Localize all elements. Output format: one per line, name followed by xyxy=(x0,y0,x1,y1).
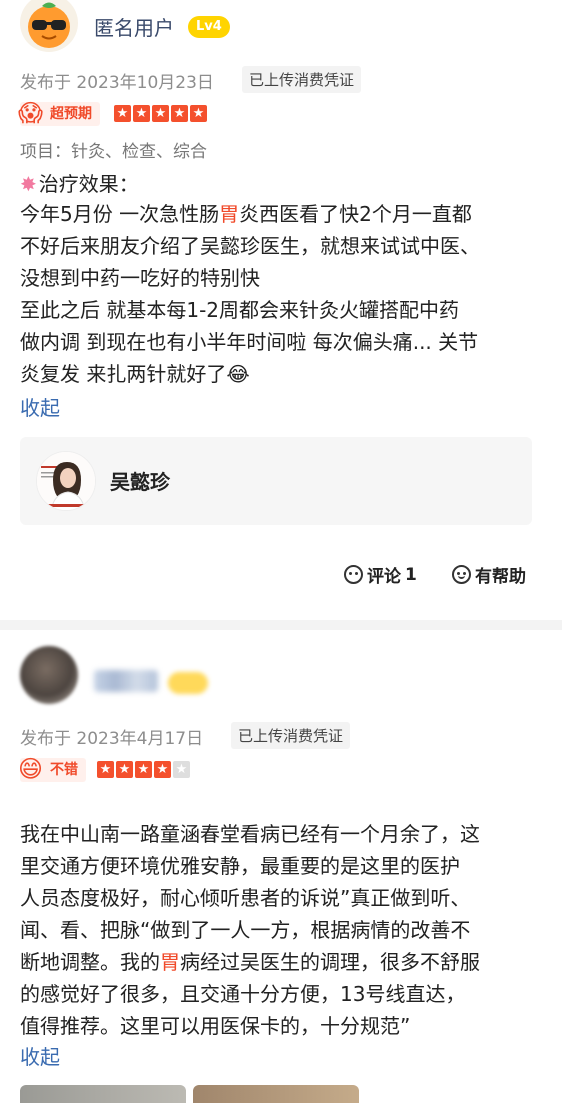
star-icon: ★ xyxy=(190,105,207,122)
helpful-button[interactable]: 有帮助 xyxy=(452,562,526,587)
review-line: 做内调 到现在也有小半年时间啦 每次偏头痛... 关节 xyxy=(20,330,479,354)
publish-date: 发布于 2023年10月23日 xyxy=(20,73,214,93)
review-photo[interactable] xyxy=(20,1085,186,1103)
review-line: 没想到中药一吃好的特别快 xyxy=(20,266,260,290)
comment-label: 评论 xyxy=(367,567,401,587)
star-empty-icon: ★ xyxy=(173,761,190,778)
mood-tag: 😱 超预期 xyxy=(18,99,100,127)
star-icon: ★ xyxy=(133,105,150,122)
star-icon: ★ xyxy=(171,105,188,122)
star-icon: ★ xyxy=(114,105,131,122)
review-line: 的感觉好了很多，且交通十分方便，13号线直达， xyxy=(20,982,466,1006)
orange-sunglasses-avatar-icon xyxy=(28,2,70,48)
review-line: 断地调整。我的胃病经过吴医生的调理，很多不舒服 xyxy=(20,950,480,974)
mood-label: 不错 xyxy=(50,762,78,778)
star-icon: ★ xyxy=(97,761,114,778)
star-icon: ★ xyxy=(154,761,171,778)
collapse-button[interactable]: 收起 xyxy=(20,392,60,421)
shocked-face-icon: 😱 xyxy=(18,99,44,127)
doctor-avatar xyxy=(36,451,96,511)
highlight-keyword[interactable]: 胃 xyxy=(219,202,239,226)
effect-heading-text: 治疗效果： xyxy=(38,172,139,196)
comment-count: 1 xyxy=(405,564,417,585)
mood-tag: 😄 不错 xyxy=(18,755,86,783)
mood-label: 超预期 xyxy=(50,106,92,122)
star-icon: ★ xyxy=(152,105,169,122)
review-photo[interactable] xyxy=(193,1085,359,1103)
grinning-face-icon: 😄 xyxy=(18,755,44,783)
review-line: 不好后来朋友介绍了吴懿珍医生，就想来试试中医、 xyxy=(20,234,480,258)
avatar[interactable] xyxy=(20,646,78,704)
sparkle-icon: ✸ xyxy=(20,172,37,196)
review-line: 今年5月份 一次急性肠胃炎西医看了快2个月一直都 xyxy=(20,202,472,226)
comment-button[interactable]: 评论 1 xyxy=(344,562,417,587)
review-line: 人员态度极好，耐心倾听患者的诉说”真正做到听、 xyxy=(20,886,471,910)
publish-date: 发布于 2023年4月17日 xyxy=(20,729,204,749)
effect-heading: ✸ 治疗效果： xyxy=(20,168,139,197)
star-rating: ★ ★ ★ ★ ★ xyxy=(97,761,190,778)
review-line: 闻、看、把脉“做到了一人一方，根据病情的改善不 xyxy=(20,918,471,942)
avatar[interactable] xyxy=(20,0,78,52)
highlight-keyword[interactable]: 胃 xyxy=(160,950,180,974)
username[interactable]: 匿名用户 xyxy=(94,12,174,41)
review-body: 今年5月份 一次急性肠胃炎西医看了快2个月一直都 不好后来朋友介绍了吴懿珍医生，… xyxy=(20,198,540,390)
star-icon: ★ xyxy=(135,761,152,778)
level-badge: Lv4 xyxy=(188,16,230,38)
review-body: 我在中山南一路童涵春堂看病已经有一个月余了，这 里交通方便环境优雅安静，最重要的… xyxy=(20,818,540,1042)
doctor-name: 吴懿珍 xyxy=(110,470,170,494)
voucher-badge: 已上传消费凭证 xyxy=(242,66,362,93)
smile-icon xyxy=(452,565,471,584)
review-line: 我在中山南一路童涵春堂看病已经有一个月余了，这 xyxy=(20,822,480,846)
review-line: 里交通方便环境优雅安静，最重要的是这里的医护 xyxy=(20,854,460,878)
collapse-button[interactable]: 收起 xyxy=(20,1041,60,1070)
section-divider xyxy=(0,620,562,630)
doctor-card[interactable]: 吴懿珍 xyxy=(20,437,532,525)
review-line: 值得推荐。这里可以用医保卡的，十分规范” xyxy=(20,1014,411,1038)
star-icon: ★ xyxy=(116,761,133,778)
doctor-portrait-icon xyxy=(37,452,95,510)
level-badge-blurred xyxy=(168,672,208,694)
review-line: 炎复发 来扎两针就好了😂 xyxy=(20,362,250,386)
comment-icon xyxy=(344,565,363,584)
review-line: 至此之后 就基本每1-2周都会来针灸火罐搭配中药 xyxy=(20,298,460,322)
star-rating: ★ ★ ★ ★ ★ xyxy=(114,105,207,122)
username-blurred[interactable] xyxy=(94,670,158,692)
project-list: 项目：针灸、检查、综合 xyxy=(20,142,207,162)
helpful-label: 有帮助 xyxy=(475,567,526,587)
voucher-badge: 已上传消费凭证 xyxy=(231,722,351,749)
